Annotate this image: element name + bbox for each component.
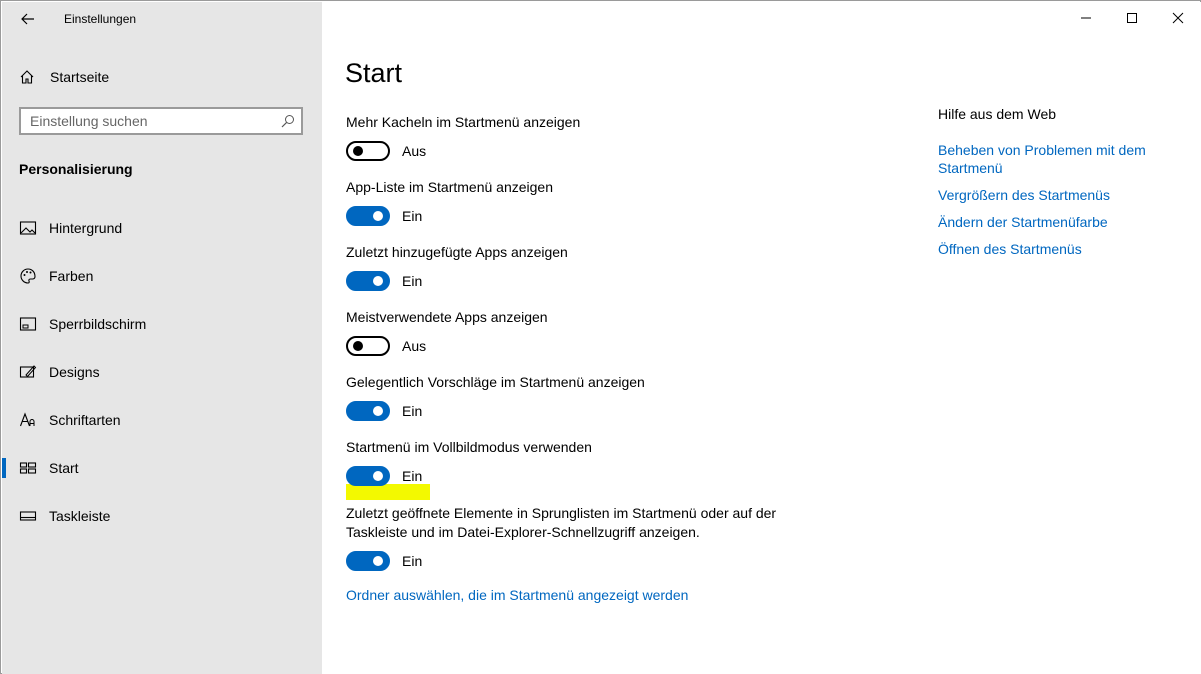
sidebar-item-label: Schriftarten	[49, 412, 121, 428]
sidebar-item-taskleiste[interactable]: Taskleiste	[2, 492, 322, 540]
search-box	[19, 107, 303, 135]
toggle-state-label: Aus	[402, 143, 427, 159]
sidebar-item-hintergrund[interactable]: Hintergrund	[2, 204, 322, 252]
toggle-row: Ein	[346, 271, 796, 291]
toggle-state-label: Aus	[402, 338, 427, 354]
toggle-fullscreen[interactable]	[346, 466, 390, 486]
help-link-troubleshoot[interactable]: Beheben von Problemen mit dem Startmenü	[938, 141, 1178, 177]
toggle-state-label: Ein	[402, 208, 423, 224]
sidebar: Einstellungen Startseite Personalisierun…	[2, 2, 322, 674]
toggle-state-label: Ein	[402, 273, 423, 289]
sidebar-item-sperrbildschirm[interactable]: Sperrbildschirm	[2, 300, 322, 348]
close-button[interactable]	[1155, 2, 1201, 34]
image-icon	[19, 219, 37, 237]
sidebar-item-designs[interactable]: Designs	[2, 348, 322, 396]
toggle-row: Ein	[346, 466, 796, 486]
toggle-knob	[373, 406, 383, 416]
setting-label: Zuletzt geöffnete Elemente in Sprunglist…	[346, 505, 777, 540]
help-title: Hilfe aus dem Web	[938, 106, 1057, 122]
section-title: Personalisierung	[19, 161, 133, 177]
back-button[interactable]	[16, 8, 40, 30]
setting-suggestions: Gelegentlich Vorschläge im Startmenü anz…	[346, 373, 796, 421]
setting-label: App-Liste im Startmenü anzeigen	[346, 179, 553, 195]
toggle-state-label: Ein	[402, 403, 423, 419]
arrow-left-icon	[21, 13, 34, 25]
sidebar-item-label: Hintergrund	[49, 220, 123, 236]
highlight-mark	[346, 484, 430, 500]
setting-label: Gelegentlich Vorschläge im Startmenü anz…	[346, 374, 645, 390]
toggle-recently-added[interactable]	[346, 271, 390, 291]
sidebar-item-label: Taskleiste	[49, 508, 111, 524]
help-link-open[interactable]: Öffnen des Startmenüs	[938, 240, 1178, 258]
toggle-state-label: Ein	[402, 468, 423, 484]
setting-recently-added: Zuletzt hinzugefügte Apps anzeigen Ein	[346, 243, 796, 291]
app-title: Einstellungen	[64, 12, 137, 26]
maximize-icon	[1127, 13, 1137, 23]
lock-screen-icon	[19, 315, 37, 333]
sidebar-item-start[interactable]: Start	[2, 444, 322, 492]
home-icon	[18, 68, 36, 86]
setting-jump-lists: Zuletzt geöffnete Elemente in Sprunglist…	[346, 504, 796, 571]
toggle-knob	[353, 341, 363, 351]
toggle-row: Aus	[346, 336, 796, 356]
main-content: Start Mehr Kacheln im Startmenü anzeigen…	[322, 2, 1201, 674]
setting-label: Zuletzt hinzugefügte Apps anzeigen	[346, 244, 568, 260]
toggle-row: Aus	[346, 141, 796, 161]
setting-app-list: App-Liste im Startmenü anzeigen Ein	[346, 178, 796, 226]
help-link-color[interactable]: Ändern der Startmenüfarbe	[938, 213, 1178, 231]
sidebar-item-label: Sperrbildschirm	[49, 316, 147, 332]
choose-folders-link[interactable]: Ordner auswählen, die im Startmenü angez…	[346, 587, 688, 603]
setting-fullscreen: Startmenü im Vollbildmodus verwenden Ein	[346, 438, 796, 486]
toggle-knob	[373, 211, 383, 221]
minimize-icon	[1081, 17, 1091, 19]
themes-icon	[19, 363, 37, 381]
sidebar-item-home[interactable]: Startseite	[18, 66, 109, 88]
toggle-knob	[353, 146, 363, 156]
toggle-row: Ein	[346, 551, 796, 571]
toggle-jump-lists[interactable]	[346, 551, 390, 571]
sidebar-item-farben[interactable]: Farben	[2, 252, 322, 300]
palette-icon	[19, 267, 37, 285]
help-link-resize[interactable]: Vergrößern des Startmenüs	[938, 186, 1178, 204]
maximize-button[interactable]	[1109, 2, 1155, 34]
sidebar-nav: Hintergrund Farben Sperrbildschirm Desig…	[2, 204, 322, 540]
toggle-suggestions[interactable]	[346, 401, 390, 421]
window-controls	[1063, 2, 1201, 34]
setting-label: Startmenü im Vollbildmodus verwenden	[346, 439, 592, 455]
sidebar-item-label: Start	[49, 460, 79, 476]
setting-label: Meistverwendete Apps anzeigen	[346, 309, 548, 325]
toggle-row: Ein	[346, 206, 796, 226]
sidebar-item-label: Farben	[49, 268, 94, 284]
taskbar-icon	[19, 507, 37, 525]
search-input[interactable]	[21, 112, 272, 130]
toggle-row: Ein	[346, 401, 796, 421]
toggle-state-label: Ein	[402, 553, 423, 569]
page-title: Start	[345, 58, 403, 88]
setting-label: Mehr Kacheln im Startmenü anzeigen	[346, 114, 581, 130]
sidebar-item-label: Designs	[49, 364, 100, 380]
minimize-button[interactable]	[1063, 2, 1109, 34]
toggle-knob	[373, 471, 383, 481]
toggle-knob	[373, 556, 383, 566]
toggle-most-used[interactable]	[346, 336, 390, 356]
settings-window: Einstellungen Startseite Personalisierun…	[0, 0, 1201, 674]
fonts-icon	[19, 411, 37, 429]
setting-more-tiles: Mehr Kacheln im Startmenü anzeigen Aus	[346, 113, 796, 161]
setting-most-used: Meistverwendete Apps anzeigen Aus	[346, 308, 796, 356]
toggle-app-list[interactable]	[346, 206, 390, 226]
help-panel: Hilfe aus dem Web Beheben von Problemen …	[938, 106, 1178, 267]
toggle-more-tiles[interactable]	[346, 141, 390, 161]
home-label: Startseite	[50, 69, 110, 85]
sidebar-item-schriftarten[interactable]: Schriftarten	[2, 396, 322, 444]
start-icon	[19, 459, 37, 477]
close-icon	[1172, 12, 1184, 24]
search-icon[interactable]	[281, 114, 295, 128]
toggle-knob	[373, 276, 383, 286]
